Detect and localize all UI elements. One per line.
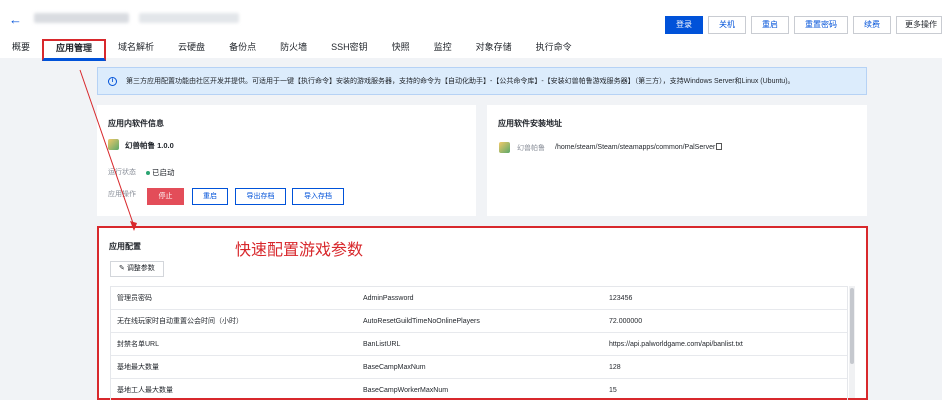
install-path-value: /home/steam/Steam/steamapps/common/PalSe… <box>555 143 723 151</box>
param-key: AdminPassword <box>363 294 414 302</box>
param-desc: 基地工人最大数量 <box>117 387 173 394</box>
login-button[interactable]: 登录 <box>665 16 703 34</box>
table-row: 封禁名单URL BanListURL https://api.palworldgam… <box>111 333 847 356</box>
game-app-icon <box>108 139 119 150</box>
instance-id-redacted <box>139 13 239 23</box>
copy-icon[interactable] <box>716 143 723 150</box>
tab-app-management[interactable]: 应用管理 <box>42 39 107 61</box>
install-app-label: 幻兽帕鲁 <box>517 145 545 152</box>
table-row: 基地工人最大数量 BaseCampWorkerMaxNum 15 <box>111 379 847 400</box>
config-table: 管理员密码 AdminPassword 123456 无在线玩家时自动重置公会时间（… <box>110 286 848 400</box>
param-desc: 基地最大数量 <box>117 364 159 371</box>
more-actions-button[interactable]: 更多操作 <box>896 16 942 34</box>
instance-actions: 登录 关机 重启 重置密码 续费 更多操作 <box>665 16 942 34</box>
install-path-title: 应用软件安装地址 <box>498 119 562 128</box>
install-path-text: /home/steam/Steam/steamapps/common/PalSe… <box>555 144 716 151</box>
tab-snapshot[interactable]: 快照 <box>380 38 422 58</box>
annotation-text: 快速配置游戏参数 <box>235 242 364 259</box>
top-bar: ← 登录 关机 重启 重置密码 续费 更多操作 概要 应用管理 域名解析 云硬盘… <box>0 0 942 61</box>
param-value: 123456 <box>609 294 633 302</box>
tab-backup[interactable]: 备份点 <box>217 38 268 58</box>
tab-ssh-key[interactable]: SSH密钥 <box>319 38 380 58</box>
table-row: 无在线玩家时自动重置公会时间（小时） AutoResetGuildTimeNoOn… <box>111 310 847 333</box>
adjust-params-label: 调整参数 <box>126 265 155 272</box>
param-key: AutoResetGuildTimeNoOnlinePlayers <box>363 317 480 325</box>
tab-object-storage[interactable]: 对象存储 <box>464 38 524 58</box>
tab-run-command[interactable]: 执行命令 <box>524 38 584 58</box>
running-dot-icon <box>146 171 150 176</box>
table-scrollbar[interactable] <box>849 286 855 398</box>
software-info-title: 应用内软件信息 <box>108 119 164 128</box>
adjust-params-button[interactable]: ✎ 调整参数 <box>110 261 164 277</box>
status-badge: 已启动 <box>146 167 175 178</box>
tab-bar: 概要 应用管理 域名解析 云硬盘 备份点 防火墙 SSH密钥 快照 监控 对象存… <box>0 38 584 61</box>
app-name: 幻兽帕鲁 1.0.0 <box>125 141 174 150</box>
renew-button[interactable]: 续费 <box>853 16 891 34</box>
param-key: BaseCampMaxNum <box>363 363 426 371</box>
export-save-button[interactable]: 导出存档 <box>235 188 286 205</box>
instance-name-redacted <box>34 13 129 23</box>
app-config-title: 应用配置 <box>109 242 141 251</box>
app-restart-button[interactable]: 重启 <box>192 188 228 205</box>
install-path-card: 应用软件安装地址 幻兽帕鲁 /home/steam/Steam/steamapp… <box>487 105 867 216</box>
back-arrow-icon[interactable]: ← <box>9 12 22 27</box>
param-desc: 管理员密码 <box>117 295 152 302</box>
tab-monitor[interactable]: 监控 <box>422 38 464 58</box>
info-notice: i 第三方应用配置功能由社区开发并提供。可适用于一键【执行命令】安装的游戏服务器… <box>97 67 867 95</box>
status-value: 已启动 <box>152 168 175 177</box>
scrollbar-thumb[interactable] <box>850 288 854 364</box>
param-key: BaseCampWorkerMaxNum <box>363 386 449 394</box>
stop-button[interactable]: 停止 <box>147 188 184 205</box>
restart-button[interactable]: 重启 <box>751 16 789 34</box>
edit-icon: ✎ <box>119 265 127 272</box>
param-value: 15 <box>609 386 617 394</box>
tab-cloud-disk[interactable]: 云硬盘 <box>166 38 217 58</box>
param-value: 128 <box>609 363 621 371</box>
ops-label: 应用操作 <box>108 191 136 198</box>
notice-text: 第三方应用配置功能由社区开发并提供。可适用于一键【执行命令】安装的游戏服务器，支… <box>126 78 795 85</box>
table-row: 基地最大数量 BaseCampMaxNum 128 <box>111 356 847 379</box>
param-value: 72.000000 <box>609 317 643 325</box>
param-value: https://api.palworldgame.com/api/banlist… <box>609 340 743 348</box>
import-save-button[interactable]: 导入存档 <box>292 188 344 205</box>
table-row: 管理员密码 AdminPassword 123456 <box>111 287 847 310</box>
tab-firewall[interactable]: 防火墙 <box>268 38 319 58</box>
param-desc: 无在线玩家时自动重置公会时间（小时） <box>117 318 243 325</box>
app-config-card: 应用配置 ✎ 调整参数 管理员密码 AdminPassword 123456 无在线… <box>97 226 868 400</box>
game-app-icon <box>499 142 510 153</box>
reset-password-button[interactable]: 重置密码 <box>794 16 848 34</box>
info-icon: i <box>108 76 117 86</box>
param-desc: 封禁名单URL <box>117 341 160 348</box>
param-key: BanListURL <box>363 340 401 348</box>
status-label: 运行状态 <box>108 169 136 176</box>
software-info-card: 应用内软件信息 幻兽帕鲁 1.0.0 运行状态 已启动 应用操作 停止 重启 导… <box>97 105 476 216</box>
tab-dns[interactable]: 域名解析 <box>106 38 166 58</box>
tab-overview[interactable]: 概要 <box>0 38 42 58</box>
shutdown-button[interactable]: 关机 <box>708 16 746 34</box>
